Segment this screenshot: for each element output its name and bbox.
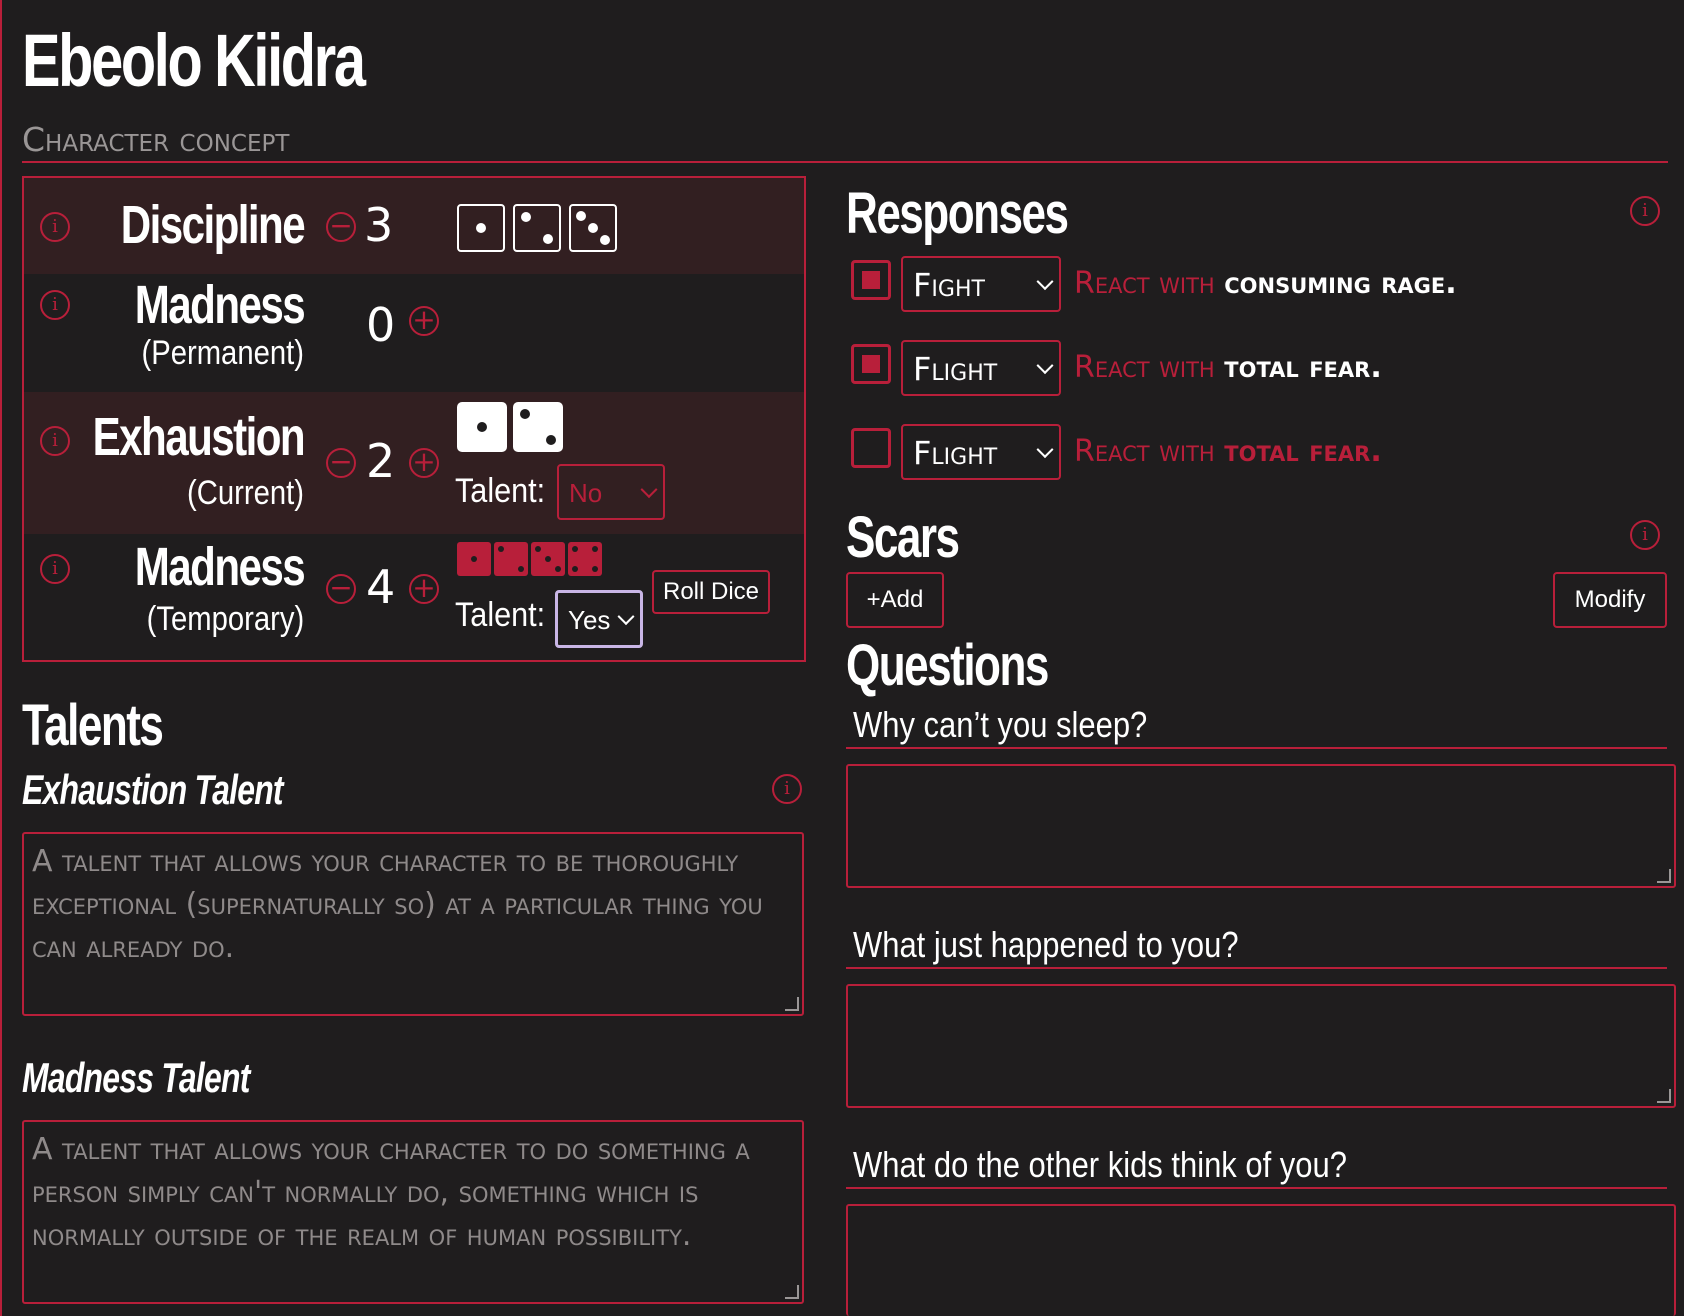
die-face-2	[494, 542, 528, 576]
response-3-select[interactable]: Flight	[901, 424, 1061, 480]
question-2-answer[interactable]	[846, 984, 1676, 1108]
madness-talent-textarea[interactable]: A talent that allows your character to d…	[22, 1120, 804, 1304]
stat-row-exhaustion: i Exhaustion (Current) − 2 + Talent: No	[24, 392, 804, 534]
character-name[interactable]: Ebeolo Kiidra	[22, 18, 366, 103]
info-icon[interactable]: i	[40, 290, 70, 320]
exhaustion-talent-textarea[interactable]: A talent that allows your character to b…	[22, 832, 804, 1016]
die-face-3	[569, 204, 617, 252]
madness-talent-heading: Madness Talent	[22, 1054, 250, 1101]
response-1-effect: consuming rage.	[1224, 266, 1457, 301]
questions-heading: Questions	[846, 633, 1049, 698]
chevron-down-icon	[1036, 441, 1054, 459]
response-3-checkbox[interactable]	[851, 428, 891, 468]
talents-heading: Talents	[22, 693, 164, 758]
roll-dice-button[interactable]: Roll Dice	[652, 570, 770, 614]
response-2-checkbox[interactable]	[851, 344, 891, 384]
die-face-2	[513, 402, 563, 452]
question-1-underline	[846, 747, 1667, 749]
question-3-label: What do the other kids think of you?	[853, 1144, 1347, 1185]
info-icon[interactable]: i	[1630, 520, 1660, 550]
question-1-answer[interactable]	[846, 764, 1676, 888]
response-2-select[interactable]: Flight	[901, 340, 1061, 396]
stat-row-madness-temporary: i Madness (Temporary) − 4 + Talent: Yes …	[24, 534, 804, 660]
stat-label-madness-temporary: Madness	[134, 537, 306, 597]
question-3-answer[interactable]	[846, 1204, 1676, 1316]
info-icon[interactable]: i	[772, 774, 802, 804]
response-3-prefix: React with	[1074, 434, 1215, 469]
scars-heading: Scars	[846, 505, 960, 570]
question-2-label: What just happened to you?	[853, 924, 1239, 965]
response-1-value: Fight	[913, 266, 985, 304]
die-face-1	[457, 542, 491, 576]
info-icon[interactable]: i	[40, 554, 70, 584]
resize-grip-icon[interactable]	[1657, 1089, 1671, 1103]
response-1-checkbox[interactable]	[851, 260, 891, 300]
exhaustion-talent-placeholder: A talent that allows your character to b…	[32, 844, 763, 965]
exhaustion-talent-value: No	[569, 478, 603, 508]
stat-label-discipline: Discipline	[120, 195, 306, 255]
stat-sublabel-permanent: (Permanent)	[141, 334, 304, 372]
modify-scars-button[interactable]: Modify	[1553, 572, 1667, 628]
response-2-effect: total fear.	[1224, 350, 1382, 385]
madness-temporary-talent-value: Yes	[568, 605, 611, 635]
stat-row-discipline: i Discipline − 3	[24, 178, 804, 274]
response-1-prefix: React with	[1074, 266, 1215, 301]
resize-grip-icon[interactable]	[1657, 869, 1671, 883]
chevron-down-icon	[1036, 357, 1054, 375]
stats-panel: i Discipline − 3 i Madness (Permanent) 0…	[22, 176, 806, 662]
chevron-down-icon	[640, 481, 658, 499]
stat-row-madness-permanent: i Madness (Permanent) 0 +	[24, 274, 804, 392]
die-face-3	[531, 542, 565, 576]
exhaustion-minus-icon[interactable]: −	[326, 448, 356, 478]
exhaustion-value: 2	[366, 434, 396, 488]
stat-sublabel-temporary: (Temporary)	[146, 600, 304, 638]
die-face-1	[457, 204, 505, 252]
exhaustion-talent-select[interactable]: No	[557, 464, 665, 520]
discipline-value: 3	[364, 198, 394, 252]
discipline-minus-icon[interactable]: −	[326, 212, 356, 242]
character-concept-input[interactable]: Character concept	[22, 120, 289, 159]
question-3-underline	[846, 1187, 1667, 1189]
die-face-2	[513, 204, 561, 252]
response-1-text: React with consuming rage.	[1074, 266, 1457, 301]
info-icon[interactable]: i	[40, 212, 70, 242]
question-1-label: Why can’t you sleep?	[853, 704, 1148, 745]
die-face-1	[457, 402, 507, 452]
response-3-value: Flight	[913, 434, 998, 472]
madness-talent-placeholder: A talent that allows your character to d…	[32, 1132, 750, 1253]
stat-label-exhaustion: Exhaustion	[92, 407, 306, 467]
madness-temporary-value: 4	[366, 560, 396, 614]
response-3-text: React with total fear.	[1074, 434, 1382, 469]
response-2-text: React with total fear.	[1074, 350, 1382, 385]
madness-permanent-value: 0	[366, 298, 396, 352]
exhaustion-talent-label: Talent:	[455, 472, 546, 510]
exhaustion-talent-heading: Exhaustion Talent	[22, 766, 284, 813]
stat-sublabel-current: (Current)	[187, 474, 304, 512]
madness-temporary-plus-icon[interactable]: +	[409, 574, 439, 604]
header-divider	[22, 161, 1668, 163]
info-icon[interactable]: i	[40, 426, 70, 456]
resize-grip-icon[interactable]	[785, 997, 799, 1011]
exhaustion-plus-icon[interactable]: +	[409, 448, 439, 478]
response-2-prefix: React with	[1074, 350, 1215, 385]
response-3-effect: total fear.	[1224, 434, 1382, 469]
madness-temporary-talent-select[interactable]: Yes	[555, 590, 643, 648]
responses-heading: Responses	[846, 181, 1069, 246]
chevron-down-icon	[1036, 273, 1054, 291]
chevron-down-icon	[617, 608, 635, 626]
madness-permanent-plus-icon[interactable]: +	[409, 306, 439, 336]
response-2-value: Flight	[913, 350, 998, 388]
response-1-select[interactable]: Fight	[901, 256, 1061, 312]
page-edge-line	[0, 0, 2, 1316]
resize-grip-icon[interactable]	[785, 1285, 799, 1299]
madness-temporary-minus-icon[interactable]: −	[326, 574, 356, 604]
question-2-underline	[846, 967, 1667, 969]
madness-temporary-talent-label: Talent:	[455, 596, 546, 634]
add-scar-button[interactable]: +Add	[846, 572, 944, 628]
stat-label-madness-permanent: Madness	[134, 275, 306, 335]
die-face-4	[568, 542, 602, 576]
info-icon[interactable]: i	[1630, 196, 1660, 226]
